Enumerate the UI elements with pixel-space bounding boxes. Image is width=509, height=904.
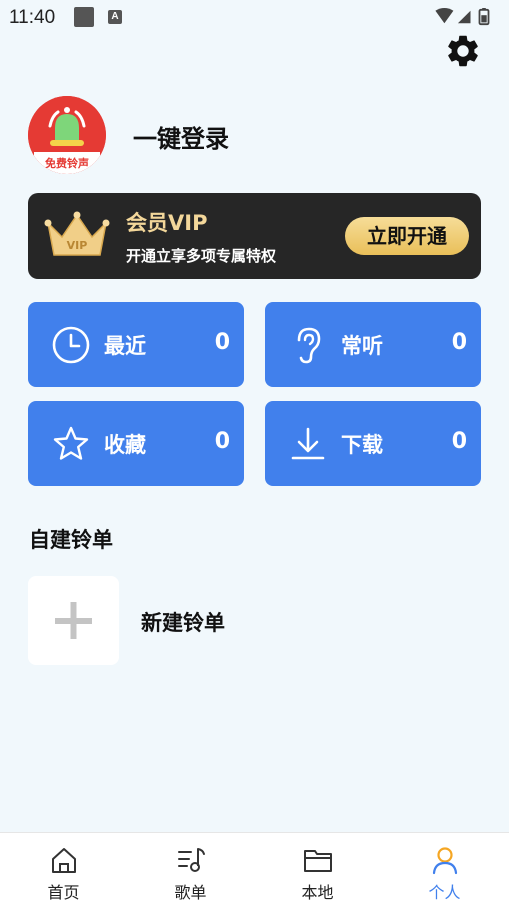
status-bar: 11:40 A [0,0,509,34]
nav-item-home-label: 首页 [47,883,80,902]
status-time: 11:40 [9,7,56,28]
avatar-text: 免费铃声 [45,156,89,170]
tile-downloads[interactable]: 下载 0 [265,401,481,486]
tile-recent-label: 最近 [104,334,146,358]
crown-icon: VIP [44,211,110,256]
tile-favorites-label: 收藏 [104,433,146,457]
bottom-nav: 首页 歌单 本地 个人 [0,832,509,904]
tile-favorites-count: 0 [214,429,230,454]
tile-downloads-count: 0 [451,429,467,454]
nav-item-local-label: 本地 [301,883,334,902]
ear-icon [297,327,321,364]
avatar[interactable]: 免费铃声 [28,96,106,174]
login-link[interactable]: 一键登录 [133,119,229,154]
nav-item-playlists-label: 歌单 [174,883,207,902]
nav-item-playlists[interactable]: 歌单 [127,833,254,904]
crown-text: VIP [67,239,88,252]
vip-subtitle: 开通立享多项专属特权 [126,247,277,265]
vip-activate-button[interactable]: 立即开通 [345,217,469,255]
tile-recent-count: 0 [214,330,230,355]
signal-icon [457,10,471,24]
music-list-icon [177,848,205,872]
vip-title: 会员VIP [126,211,208,235]
vip-card[interactable]: VIP 会员VIP 开通立享多项专属特权 立即开通 [28,193,481,279]
status-indicators [435,8,490,26]
plus-icon [55,602,92,639]
tile-frequent[interactable]: 常听 0 [265,302,481,387]
settings-gear-icon[interactable] [444,32,482,70]
person-icon [432,847,457,875]
tile-favorites[interactable]: 收藏 0 [28,401,244,486]
new-playlist-label[interactable]: 新建铃单 [141,607,225,637]
section-title-playlists: 自建铃单 [29,528,113,552]
folder-icon [303,850,332,872]
tile-frequent-count: 0 [451,330,467,355]
wifi-icon [435,8,454,24]
home-icon [51,848,76,873]
star-icon [53,426,89,460]
new-playlist-button[interactable] [28,576,119,665]
tile-recent[interactable]: 最近 0 [28,302,244,387]
tile-downloads-label: 下载 [341,433,383,457]
nav-item-profile-label: 个人 [428,883,461,902]
tile-frequent-label: 常听 [341,334,383,358]
notification-icon [74,7,94,27]
a-badge-icon: A [108,10,122,24]
download-icon [291,427,325,460]
bell-logo-icon: 免费铃声 [28,96,106,174]
nav-item-profile[interactable]: 个人 [381,833,508,904]
clock-icon [52,326,90,364]
nav-item-home[interactable]: 首页 [0,833,127,904]
nav-item-local[interactable]: 本地 [254,833,381,904]
